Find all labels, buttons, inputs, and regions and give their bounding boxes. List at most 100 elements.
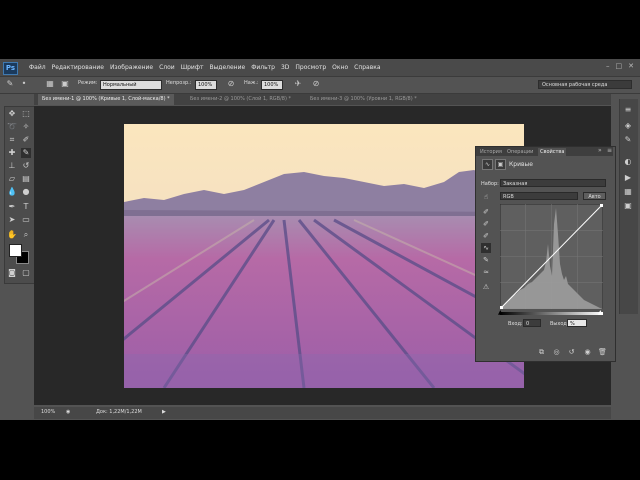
- foreground-color-swatch[interactable]: [9, 244, 22, 257]
- reset-icon[interactable]: ↺: [567, 348, 576, 357]
- status-icon[interactable]: ◉: [66, 409, 70, 415]
- pressure-size-icon[interactable]: ⊘: [311, 79, 321, 89]
- menu-image[interactable]: Изображение: [107, 64, 156, 71]
- channel-select[interactable]: RGB: [500, 192, 578, 200]
- eyedropper-icon[interactable]: ✐: [21, 135, 31, 145]
- black-input-slider-icon[interactable]: ▲: [498, 309, 503, 316]
- marquee-icon[interactable]: ⬚: [21, 109, 31, 119]
- masks-icon[interactable]: ▣: [622, 200, 634, 211]
- white-point-eyedropper-icon[interactable]: ✐: [481, 231, 491, 241]
- output-value-field[interactable]: %: [567, 319, 587, 327]
- gray-point-eyedropper-icon[interactable]: ✐: [481, 219, 491, 229]
- menu-view[interactable]: Просмотр: [292, 64, 329, 71]
- photo-artwork: [124, 124, 524, 388]
- tab-history[interactable]: История: [478, 148, 504, 156]
- tab-document-1[interactable]: Без имени-1 @ 100% (Кривые 1, Слой-маска…: [38, 94, 174, 105]
- eraser-icon[interactable]: ▱: [7, 174, 17, 184]
- menu-3d[interactable]: 3D: [278, 64, 292, 71]
- visibility-icon[interactable]: ◉: [583, 348, 592, 357]
- crop-icon[interactable]: ⌗: [7, 135, 17, 145]
- tab-properties[interactable]: Свойства: [538, 148, 567, 156]
- maximize-icon[interactable]: □: [616, 62, 623, 70]
- opacity-input[interactable]: 100%: [195, 80, 217, 90]
- gradient-icon[interactable]: ▤: [21, 174, 31, 184]
- dodge-icon[interactable]: ●: [21, 187, 31, 197]
- clipping-warning-icon[interactable]: ⚠: [481, 282, 491, 292]
- black-point-eyedropper-icon[interactable]: ✐: [481, 207, 491, 217]
- screen-mode-icon[interactable]: ▢: [21, 268, 31, 278]
- channels-icon[interactable]: ◈: [622, 120, 634, 131]
- clip-to-layer-icon[interactable]: ⧉: [537, 348, 546, 357]
- menu-help[interactable]: Справка: [351, 64, 383, 71]
- hand-icon[interactable]: ✋: [7, 230, 17, 240]
- preset-label: Набор:: [481, 181, 499, 187]
- view-previous-icon[interactable]: ◎: [552, 348, 561, 357]
- tool-preset-icon[interactable]: ✎: [5, 79, 15, 89]
- pen-icon[interactable]: ✒: [7, 202, 17, 212]
- stamp-icon[interactable]: ⊥: [7, 161, 17, 171]
- history-brush-icon[interactable]: ↺: [21, 161, 31, 171]
- layers-icon[interactable]: ≡: [622, 104, 634, 115]
- styles-icon[interactable]: ▶: [622, 172, 634, 183]
- mask-icon[interactable]: ▣: [495, 159, 506, 170]
- zoom-icon[interactable]: ⌕: [21, 230, 31, 240]
- brush-icon[interactable]: ✎: [21, 148, 31, 158]
- minimize-icon[interactable]: –: [606, 62, 610, 70]
- healing-icon[interactable]: ✚: [7, 148, 17, 158]
- menu-file[interactable]: Файл: [26, 64, 49, 71]
- menu-filter[interactable]: Фильтр: [248, 64, 278, 71]
- menu-edit[interactable]: Редактирование: [49, 64, 107, 71]
- panel-menu-icon[interactable]: ≡: [607, 147, 612, 154]
- delete-icon[interactable]: 🗑: [598, 348, 607, 357]
- airbrush-icon[interactable]: ✈: [293, 79, 303, 89]
- input-value-field[interactable]: 0: [523, 319, 541, 327]
- panel-title: Кривые: [509, 161, 533, 168]
- adjustments-icon[interactable]: ◐: [622, 156, 634, 167]
- tab-document-2[interactable]: Без имени-2 @ 100% (Слой 1, RGB/8) *: [186, 94, 295, 105]
- lasso-icon[interactable]: ➰: [7, 122, 17, 132]
- output-label: Выход:: [550, 321, 569, 327]
- mode-label: Режим:: [78, 80, 98, 86]
- tab-actions[interactable]: Операции: [505, 148, 535, 156]
- workspace-select[interactable]: Основная рабочая среда: [538, 80, 632, 89]
- curves-histogram: [499, 203, 604, 310]
- auto-button[interactable]: Авто: [583, 192, 606, 200]
- menu-layers[interactable]: Слои: [156, 64, 178, 71]
- opacity-label: Непрозр.:: [166, 80, 192, 86]
- swatches-icon[interactable]: ▦: [622, 186, 634, 197]
- path-select-icon[interactable]: ➤: [7, 215, 17, 225]
- document-size: Док: 1,22M/1,22M: [96, 409, 142, 415]
- smooth-curve-icon[interactable]: ≈: [481, 267, 491, 277]
- status-menu-arrow-icon[interactable]: ▶: [162, 409, 166, 415]
- tab-document-3[interactable]: Без имени-3 @ 100% (Уровни 1, RGB/8) *: [306, 94, 421, 105]
- brush-size-icon[interactable]: •: [19, 79, 29, 89]
- preset-select[interactable]: Заказная: [500, 179, 606, 187]
- shape-icon[interactable]: ▭: [21, 215, 31, 225]
- menu-window[interactable]: Окно: [329, 64, 351, 71]
- menu-select[interactable]: Выделение: [206, 64, 248, 71]
- curve-pencil-icon[interactable]: ✎: [481, 255, 491, 265]
- flow-input[interactable]: 100%: [261, 80, 283, 90]
- tulip-field-photo[interactable]: [124, 124, 524, 388]
- brush-panel-icon[interactable]: ▦: [45, 79, 55, 89]
- quick-select-icon[interactable]: ✧: [21, 122, 31, 132]
- white-input-slider-icon[interactable]: ▲: [598, 309, 603, 316]
- blur-icon[interactable]: 💧: [7, 187, 17, 197]
- close-icon[interactable]: ✕: [628, 62, 634, 70]
- panel-collapse-icon[interactable]: »: [598, 147, 602, 154]
- move-icon[interactable]: ✥: [7, 109, 17, 119]
- clone-source-icon[interactable]: ▣: [60, 79, 70, 89]
- flow-label: Наж.:: [244, 80, 259, 86]
- curve-point-tool-icon[interactable]: ∿: [481, 243, 491, 253]
- paths-icon[interactable]: ✎: [622, 134, 634, 145]
- menu-type[interactable]: Шрифт: [178, 64, 207, 71]
- type-icon[interactable]: T: [21, 202, 31, 212]
- quick-mask-icon[interactable]: ◙: [7, 268, 17, 278]
- zoom-level[interactable]: 100%: [41, 409, 55, 415]
- mode-select[interactable]: Нормальный: [100, 80, 162, 90]
- input-label: Вход:: [508, 321, 523, 327]
- menu-items: Файл Редактирование Изображение Слои Шри…: [26, 64, 384, 71]
- curves-graph[interactable]: [499, 203, 604, 310]
- target-adjust-icon[interactable]: ☝: [481, 192, 491, 202]
- pressure-opacity-icon[interactable]: ⊘: [226, 79, 236, 89]
